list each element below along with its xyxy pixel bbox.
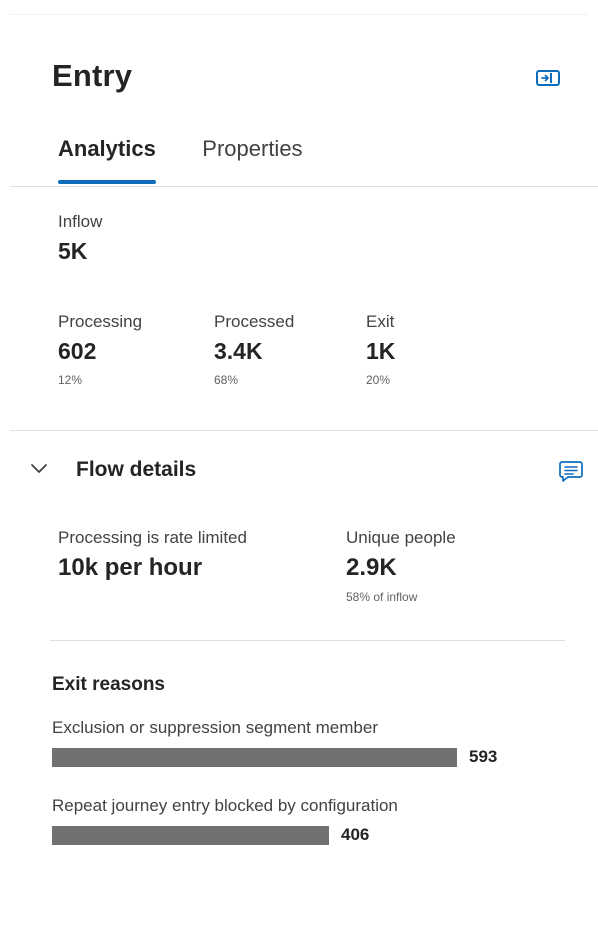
inflow-value: 5K — [58, 238, 88, 264]
chat-details-icon[interactable] — [558, 458, 584, 484]
tab-analytics[interactable]: Analytics — [58, 136, 156, 184]
exit-reason-label: Repeat journey entry blocked by configur… — [52, 796, 398, 815]
tab-analytics-label: Analytics — [58, 136, 156, 161]
inflow-label: Inflow — [58, 212, 103, 231]
exit-percent: 20% — [366, 373, 391, 387]
active-tab-indicator — [58, 180, 156, 184]
top-border — [10, 14, 588, 15]
flow-details-header[interactable]: Flow details — [30, 454, 584, 488]
exit-value: 1K — [366, 338, 396, 364]
processing-percent: 12% — [58, 373, 83, 387]
processed-percent: 68% — [214, 373, 239, 387]
chevron-down-icon[interactable] — [30, 462, 48, 476]
exit-reason-item: Exclusion or suppression segment member … — [52, 718, 497, 770]
unique-people-sub: 58% of inflow — [346, 590, 418, 604]
panel-header: Entry — [52, 58, 560, 102]
exit-reason-count: 593 — [469, 747, 498, 766]
flow-details-title: Flow details — [76, 458, 197, 481]
unique-people-label: Unique people — [346, 528, 456, 547]
panel-title: Entry — [52, 58, 133, 93]
inflow-metric: Inflow 5K — [58, 212, 102, 265]
processed-label: Processed — [214, 312, 295, 331]
details-divider — [50, 640, 565, 641]
panel-collapse-icon[interactable] — [536, 68, 560, 88]
exit-reason-bar-row: 593 — [52, 747, 497, 770]
processing-metric: Processing 602 12% — [58, 312, 142, 387]
exit-reasons-title: Exit reasons — [52, 674, 165, 695]
exit-metric: Exit 1K 20% — [366, 312, 395, 387]
rate-limit-metric: Processing is rate limited 10k per hour — [58, 528, 247, 582]
exit-reason-count: 406 — [341, 825, 370, 844]
processed-metric: Processed 3.4K 68% — [214, 312, 294, 387]
exit-reason-label: Exclusion or suppression segment member — [52, 718, 378, 737]
unique-people-value: 2.9K — [346, 554, 397, 581]
exit-label: Exit — [366, 312, 395, 331]
tab-properties-label: Properties — [202, 136, 303, 161]
exit-reason-bar-row: 406 — [52, 825, 398, 848]
processing-label: Processing — [58, 312, 143, 331]
exit-reason-bar — [52, 826, 329, 845]
processing-value: 602 — [58, 338, 97, 364]
unique-people-metric: Unique people 2.9K 58% of inflow — [346, 528, 456, 604]
exit-reason-item: Repeat journey entry blocked by configur… — [52, 796, 398, 848]
tabs-divider — [10, 186, 598, 187]
tab-bar: Analytics Properties — [58, 136, 345, 188]
exit-reason-bar — [52, 748, 457, 767]
rate-limit-value: 10k per hour — [58, 554, 203, 581]
tab-properties[interactable]: Properties — [202, 136, 302, 162]
section-divider — [10, 430, 598, 431]
processed-value: 3.4K — [214, 338, 263, 364]
rate-limit-label: Processing is rate limited — [58, 528, 247, 547]
